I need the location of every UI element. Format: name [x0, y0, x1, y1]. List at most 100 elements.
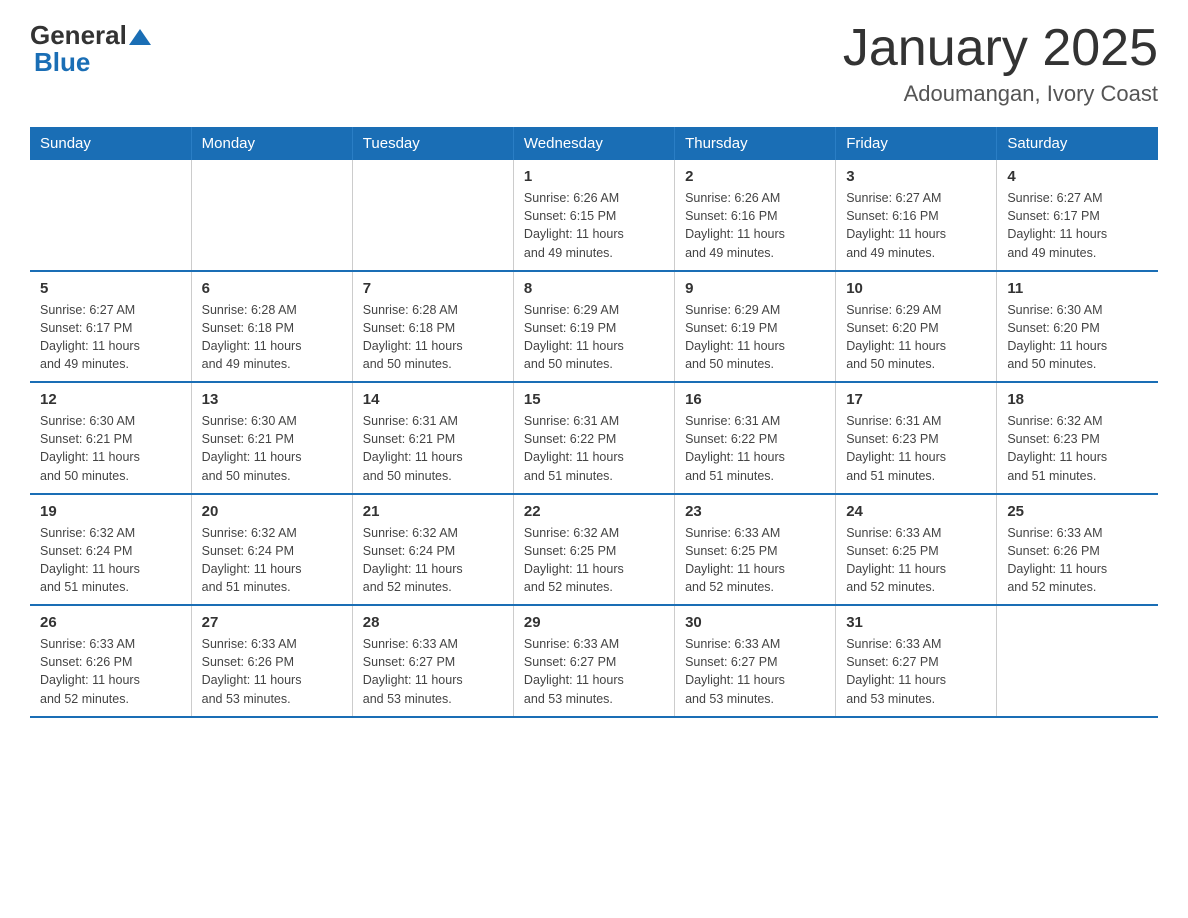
calendar-cell: 18 Sunrise: 6:32 AMSunset: 6:23 PMDayligh… [997, 382, 1158, 494]
calendar-cell: 31Sunrise: 6:33 AMSunset: 6:27 PMDayligh… [836, 605, 997, 717]
day-info: Sunrise: 6:31 AMSunset: 6:22 PMDaylight:… [685, 412, 825, 485]
calendar-cell: 29Sunrise: 6:33 AMSunset: 6:27 PMDayligh… [513, 605, 674, 717]
calendar-cell: 20 Sunrise: 6:32 AMSunset: 6:24 PMDayligh… [191, 494, 352, 606]
calendar-cell: 19Sunrise: 6:32 AMSunset: 6:24 PMDayligh… [30, 494, 191, 606]
day-number: 8 [524, 280, 664, 297]
day-number: 24 [846, 503, 986, 520]
page-header: General Blue January 2025 Adoumangan, Iv… [30, 20, 1158, 107]
day-info: Sunrise: 6:29 AMSunset: 6:19 PMDaylight:… [524, 301, 664, 374]
title-area: January 2025 Adoumangan, Ivory Coast [843, 20, 1158, 107]
day-number: 13 [202, 391, 342, 408]
day-number: 4 [1007, 168, 1148, 185]
day-number: 17 [846, 391, 986, 408]
day-info: Sunrise: 6:29 AMSunset: 6:19 PMDaylight:… [685, 301, 825, 374]
calendar-cell: 14Sunrise: 6:31 AMSunset: 6:21 PMDayligh… [352, 382, 513, 494]
calendar-cell: 6Sunrise: 6:28 AMSunset: 6:18 PMDaylight… [191, 271, 352, 383]
day-info: Sunrise: 6:27 AMSunset: 6:17 PMDaylight:… [40, 301, 181, 374]
day-number: 2 [685, 168, 825, 185]
day-info: Sunrise: 6:32 AMSunset: 6:23 PMDaylight:… [1007, 412, 1148, 485]
day-number: 27 [202, 614, 342, 631]
day-info: Sunrise: 6:26 AMSunset: 6:16 PMDaylight:… [685, 189, 825, 262]
week-row-3: 12Sunrise: 6:30 AMSunset: 6:21 PMDayligh… [30, 382, 1158, 494]
day-number: 18 [1007, 391, 1148, 408]
day-info: Sunrise: 6:32 AMSunset: 6:24 PMDaylight:… [363, 524, 503, 597]
day-number: 23 [685, 503, 825, 520]
calendar-cell: 15Sunrise: 6:31 AMSunset: 6:22 PMDayligh… [513, 382, 674, 494]
calendar-cell: 28Sunrise: 6:33 AMSunset: 6:27 PMDayligh… [352, 605, 513, 717]
day-number: 6 [202, 280, 342, 297]
week-row-2: 5 Sunrise: 6:27 AMSunset: 6:17 PMDaylight… [30, 271, 1158, 383]
calendar-header: Sunday Monday Tuesday Wednesday Thursday… [30, 127, 1158, 160]
col-wednesday: Wednesday [513, 127, 674, 160]
day-number: 15 [524, 391, 664, 408]
day-number: 1 [524, 168, 664, 185]
calendar-cell: 11 Sunrise: 6:30 AMSunset: 6:20 PMDayligh… [997, 271, 1158, 383]
day-info: Sunrise: 6:30 AMSunset: 6:21 PMDaylight:… [202, 412, 342, 485]
calendar-cell: 1Sunrise: 6:26 AMSunset: 6:15 PMDaylight… [513, 160, 674, 271]
col-sunday: Sunday [30, 127, 191, 160]
week-row-5: 26 Sunrise: 6:33 AMSunset: 6:26 PMDayligh… [30, 605, 1158, 717]
day-info: Sunrise: 6:28 AMSunset: 6:18 PMDaylight:… [363, 301, 503, 374]
calendar-cell [30, 160, 191, 271]
day-number: 28 [363, 614, 503, 631]
day-info: Sunrise: 6:33 AMSunset: 6:26 PMDaylight:… [202, 635, 342, 708]
col-friday: Friday [836, 127, 997, 160]
week-row-1: 1Sunrise: 6:26 AMSunset: 6:15 PMDaylight… [30, 160, 1158, 271]
day-number: 19 [40, 503, 181, 520]
day-info: Sunrise: 6:27 AMSunset: 6:16 PMDaylight:… [846, 189, 986, 262]
col-saturday: Saturday [997, 127, 1158, 160]
calendar-cell: 8 Sunrise: 6:29 AMSunset: 6:19 PMDaylight… [513, 271, 674, 383]
logo: General Blue [30, 20, 153, 78]
page-title: January 2025 [843, 20, 1158, 77]
day-number: 20 [202, 503, 342, 520]
day-number: 25 [1007, 503, 1148, 520]
day-info: Sunrise: 6:31 AMSunset: 6:23 PMDaylight:… [846, 412, 986, 485]
calendar-cell: 23 Sunrise: 6:33 AMSunset: 6:25 PMDayligh… [675, 494, 836, 606]
calendar-cell: 4Sunrise: 6:27 AMSunset: 6:17 PMDaylight… [997, 160, 1158, 271]
week-row-4: 19 Sunrise: 6:32 AMSunset: 6:24 PMDayligh… [30, 494, 1158, 606]
day-info: Sunrise: 6:29 AMSunset: 6:20 PMDaylight:… [846, 301, 986, 374]
page-subtitle: Adoumangan, Ivory Coast [843, 81, 1158, 107]
day-info: Sunrise: 6:32 AMSunset: 6:25 PMDaylight:… [524, 524, 664, 597]
calendar-cell: 26Sunrise: 6:33 AMSunset: 6:26 PMDayligh… [30, 605, 191, 717]
day-info: Sunrise: 6:33 AMSunset: 6:25 PMDaylight:… [846, 524, 986, 597]
col-thursday: Thursday [675, 127, 836, 160]
calendar-table: Sunday Monday Tuesday Wednesday Thursday… [30, 127, 1158, 718]
day-number: 16 [685, 391, 825, 408]
calendar-cell: 10 Sunrise: 6:29 AMSunset: 6:20 PMDayligh… [836, 271, 997, 383]
calendar-cell [997, 605, 1158, 717]
day-number: 30 [685, 614, 825, 631]
day-number: 7 [363, 280, 503, 297]
header-row: Sunday Monday Tuesday Wednesday Thursday… [30, 127, 1158, 160]
day-info: Sunrise: 6:33 AMSunset: 6:27 PMDaylight:… [846, 635, 986, 708]
day-number: 14 [363, 391, 503, 408]
day-info: Sunrise: 6:32 AMSunset: 6:24 PMDaylight:… [202, 524, 342, 597]
logo-triangle-icon [129, 27, 151, 49]
day-number: 3 [846, 168, 986, 185]
day-number: 5 [40, 280, 181, 297]
day-info: Sunrise: 6:33 AMSunset: 6:25 PMDaylight:… [685, 524, 825, 597]
day-number: 10 [846, 280, 986, 297]
day-info: Sunrise: 6:30 AMSunset: 6:21 PMDaylight:… [40, 412, 181, 485]
calendar-cell: 24 Sunrise: 6:33 AMSunset: 6:25 PMDayligh… [836, 494, 997, 606]
calendar-cell: 7 Sunrise: 6:28 AMSunset: 6:18 PMDaylight… [352, 271, 513, 383]
calendar-cell: 12Sunrise: 6:30 AMSunset: 6:21 PMDayligh… [30, 382, 191, 494]
calendar-body: 1Sunrise: 6:26 AMSunset: 6:15 PMDaylight… [30, 160, 1158, 717]
calendar-cell: 16 Sunrise: 6:31 AMSunset: 6:22 PMDayligh… [675, 382, 836, 494]
calendar-cell: 30 Sunrise: 6:33 AMSunset: 6:27 PMDayligh… [675, 605, 836, 717]
col-monday: Monday [191, 127, 352, 160]
day-number: 9 [685, 280, 825, 297]
calendar-cell: 25 Sunrise: 6:33 AMSunset: 6:26 PMDayligh… [997, 494, 1158, 606]
day-info: Sunrise: 6:30 AMSunset: 6:20 PMDaylight:… [1007, 301, 1148, 374]
calendar-cell: 27 Sunrise: 6:33 AMSunset: 6:26 PMDayligh… [191, 605, 352, 717]
logo-blue-text: Blue [34, 47, 90, 78]
day-info: Sunrise: 6:33 AMSunset: 6:26 PMDaylight:… [1007, 524, 1148, 597]
day-number: 21 [363, 503, 503, 520]
calendar-cell: 13 Sunrise: 6:30 AMSunset: 6:21 PMDayligh… [191, 382, 352, 494]
calendar-cell: 9 Sunrise: 6:29 AMSunset: 6:19 PMDaylight… [675, 271, 836, 383]
day-info: Sunrise: 6:33 AMSunset: 6:27 PMDaylight:… [685, 635, 825, 708]
day-number: 11 [1007, 280, 1148, 297]
calendar-cell: 3 Sunrise: 6:27 AMSunset: 6:16 PMDaylight… [836, 160, 997, 271]
day-number: 26 [40, 614, 181, 631]
calendar-cell: 22Sunrise: 6:32 AMSunset: 6:25 PMDayligh… [513, 494, 674, 606]
